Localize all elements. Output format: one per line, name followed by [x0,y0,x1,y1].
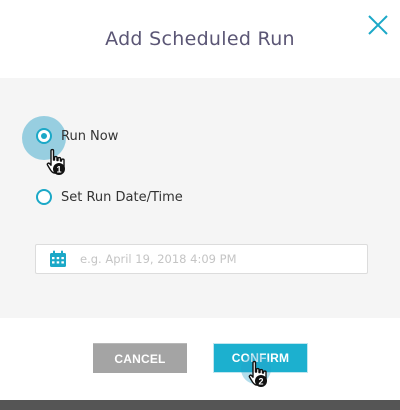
run-datetime-field[interactable] [35,244,368,274]
set-run-datetime-radio[interactable] [36,189,52,205]
dialog-title: Add Scheduled Run [105,28,295,50]
page-backdrop-strip [0,400,400,410]
add-scheduled-run-dialog: Add Scheduled Run Run Now Set Run Date/T… [0,0,400,400]
close-x-icon[interactable] [366,13,390,37]
cancel-button[interactable]: CANCEL [93,343,187,373]
dialog-header: Add Scheduled Run [0,0,400,78]
set-run-datetime-label: Set Run Date/Time [61,189,183,205]
run-now-radio[interactable] [36,128,52,144]
run-now-option[interactable]: Run Now [36,128,118,144]
set-run-datetime-option[interactable]: Set Run Date/Time [36,189,183,205]
calendar-icon[interactable] [49,250,67,268]
run-datetime-input[interactable] [80,245,360,273]
confirm-button[interactable]: CONFIRM [213,343,308,373]
dialog-footer [0,318,400,400]
run-now-label: Run Now [61,128,119,144]
